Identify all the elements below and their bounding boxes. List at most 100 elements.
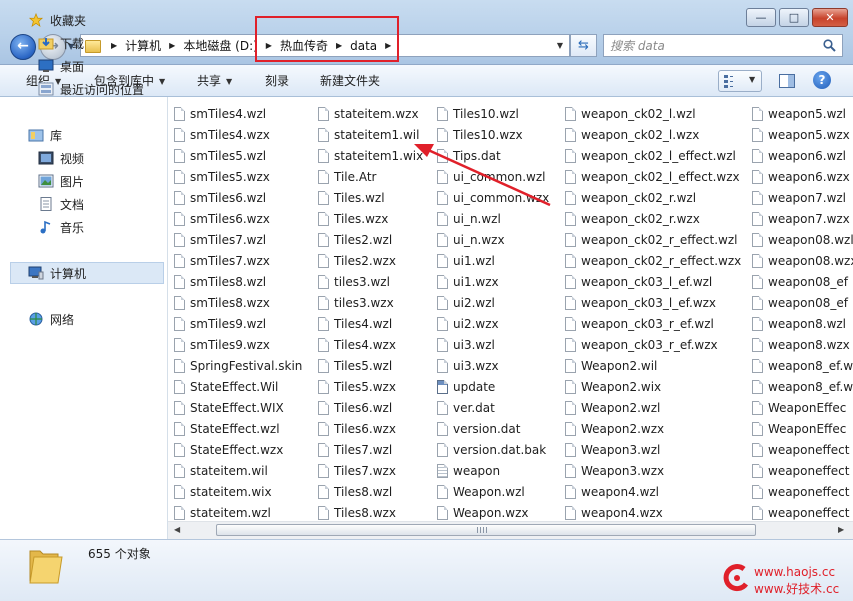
crumb-computer[interactable]: 计算机 xyxy=(125,37,161,54)
chevron-down-icon[interactable]: ▼ xyxy=(749,75,755,84)
file-item[interactable]: weapon8.wzl xyxy=(752,313,853,334)
nav-pictures[interactable]: 图片 xyxy=(38,171,84,191)
nav-computer[interactable]: 计算机 xyxy=(28,263,86,283)
file-item[interactable]: Tiles8.wzx xyxy=(318,502,423,521)
file-item[interactable]: smTiles9.wzl xyxy=(174,313,302,334)
file-item[interactable]: ui2.wzx xyxy=(437,313,549,334)
file-item[interactable]: weapon8_ef.w xyxy=(752,355,853,376)
file-item[interactable]: ver.dat xyxy=(437,397,549,418)
file-item[interactable]: ui_n.wzx xyxy=(437,229,549,250)
nav-recent-places[interactable]: 最近访问的位置 xyxy=(38,79,144,99)
change-view-button[interactable]: ▼ xyxy=(718,70,762,92)
file-item[interactable]: SpringFestival.skin xyxy=(174,355,302,376)
maximize-button[interactable]: □ xyxy=(779,8,809,27)
file-item[interactable]: weapon_ck02_r_effect.wzl xyxy=(565,229,741,250)
scrollbar-thumb[interactable] xyxy=(216,524,756,536)
file-item[interactable]: ui2.wzl xyxy=(437,292,549,313)
file-item[interactable]: weapon_ck02_l_effect.wzl xyxy=(565,145,741,166)
file-item[interactable]: weapon7.wzl xyxy=(752,187,853,208)
file-item[interactable]: weaponeffect xyxy=(752,460,853,481)
file-item[interactable]: weapon_ck02_l.wzx xyxy=(565,124,741,145)
file-item[interactable]: weapon5.wzl xyxy=(752,103,853,124)
back-button[interactable]: ← xyxy=(10,34,36,60)
file-item[interactable]: update xyxy=(437,376,549,397)
file-item[interactable]: weapon_ck03_l_ef.wzl xyxy=(565,271,741,292)
file-item[interactable]: weapon_ck02_l_effect.wzx xyxy=(565,166,741,187)
file-item[interactable]: Weapon2.wzl xyxy=(565,397,741,418)
file-item[interactable]: weapon_ck03_r_ef.wzl xyxy=(565,313,741,334)
file-item[interactable]: ui1.wzx xyxy=(437,271,549,292)
file-item[interactable]: Weapon.wzl xyxy=(437,481,549,502)
address-history-dropdown[interactable]: ▼ xyxy=(557,41,563,50)
file-item[interactable]: weapon_ck02_l.wzl xyxy=(565,103,741,124)
file-item[interactable]: weapon5.wzx xyxy=(752,124,853,145)
file-item[interactable]: weaponeffect xyxy=(752,502,853,521)
nav-documents[interactable]: 文档 xyxy=(38,194,84,214)
file-item[interactable]: version.dat.bak xyxy=(437,439,549,460)
scroll-left-icon[interactable]: ◀ xyxy=(174,525,180,534)
file-item[interactable]: weapon_ck02_r.wzl xyxy=(565,187,741,208)
file-item[interactable]: weapon_ck02_r_effect.wzx xyxy=(565,250,741,271)
file-item[interactable]: weapon_ck03_l_ef.wzx xyxy=(565,292,741,313)
burn-button[interactable]: 刻录 xyxy=(265,72,289,89)
nav-downloads[interactable]: 下载 xyxy=(38,33,84,53)
search-input[interactable] xyxy=(610,37,810,54)
file-item[interactable]: ui3.wzx xyxy=(437,355,549,376)
help-button[interactable]: ? xyxy=(813,71,831,89)
file-item[interactable]: tiles3.wzl xyxy=(318,271,423,292)
file-item[interactable]: weapon08_ef xyxy=(752,271,853,292)
file-item[interactable]: stateitem.wzl xyxy=(174,502,302,521)
file-item[interactable]: Tiles8.wzl xyxy=(318,481,423,502)
file-item[interactable]: Tiles5.wzl xyxy=(318,355,423,376)
file-item[interactable]: weapon xyxy=(437,460,549,481)
file-item[interactable]: Weapon2.wzx xyxy=(565,418,741,439)
nav-music[interactable]: 音乐 xyxy=(38,217,84,237)
file-item[interactable]: StateEffect.Wil xyxy=(174,376,302,397)
file-item[interactable]: StateEffect.WIX xyxy=(174,397,302,418)
file-item[interactable]: weaponeffect xyxy=(752,481,853,502)
chevron-right-icon[interactable]: ▶ xyxy=(169,41,175,50)
file-item[interactable]: weapon6.wzl xyxy=(752,145,853,166)
file-item[interactable]: smTiles7.wzx xyxy=(174,250,302,271)
file-item[interactable]: Weapon2.wix xyxy=(565,376,741,397)
file-item[interactable]: weapon_ck03_r_ef.wzx xyxy=(565,334,741,355)
file-item[interactable]: stateitem.wzx xyxy=(318,103,423,124)
file-item[interactable]: weapon08_ef xyxy=(752,292,853,313)
file-item[interactable]: weapon6.wzx xyxy=(752,166,853,187)
close-button[interactable]: ✕ xyxy=(812,8,848,27)
new-folder-button[interactable]: 新建文件夹 xyxy=(320,72,380,89)
file-item[interactable]: ui3.wzl xyxy=(437,334,549,355)
nav-desktop[interactable]: 桌面 xyxy=(38,56,84,76)
file-item[interactable]: smTiles4.wzx xyxy=(174,124,302,145)
file-item[interactable]: Tiles10.wzl xyxy=(437,103,549,124)
share-button[interactable]: 共享 ▼ xyxy=(197,72,232,89)
file-item[interactable]: weapon4.wzx xyxy=(565,502,741,521)
file-item[interactable]: weapon8_ef.w xyxy=(752,376,853,397)
file-item[interactable]: Tiles2.wzl xyxy=(318,229,423,250)
nav-network[interactable]: 网络 xyxy=(28,309,74,329)
file-item[interactable]: Weapon.wzx xyxy=(437,502,549,521)
file-item[interactable]: stateitem.wil xyxy=(174,460,302,481)
file-item[interactable]: smTiles6.wzl xyxy=(174,187,302,208)
file-item[interactable]: Tiles4.wzl xyxy=(318,313,423,334)
file-item[interactable]: smTiles6.wzx xyxy=(174,208,302,229)
file-item[interactable]: stateitem.wix xyxy=(174,481,302,502)
file-item[interactable]: Tiles6.wzl xyxy=(318,397,423,418)
file-item[interactable]: smTiles9.wzx xyxy=(174,334,302,355)
file-item[interactable]: weapon08.wzx xyxy=(752,250,853,271)
file-item[interactable]: Tiles2.wzx xyxy=(318,250,423,271)
file-item[interactable]: Tiles6.wzx xyxy=(318,418,423,439)
scroll-right-icon[interactable]: ▶ xyxy=(838,525,844,534)
file-item[interactable]: weaponeffect xyxy=(752,439,853,460)
file-item[interactable]: tiles3.wzx xyxy=(318,292,423,313)
nav-libraries[interactable]: 库 xyxy=(28,125,62,145)
file-item[interactable]: Weapon3.wzl xyxy=(565,439,741,460)
file-item[interactable]: Weapon3.wzx xyxy=(565,460,741,481)
file-item[interactable]: StateEffect.wzx xyxy=(174,439,302,460)
file-item[interactable]: Weapon2.wil xyxy=(565,355,741,376)
nav-videos[interactable]: 视频 xyxy=(38,148,84,168)
file-item[interactable]: smTiles5.wzl xyxy=(174,145,302,166)
file-item[interactable]: ui1.wzl xyxy=(437,250,549,271)
search-icon[interactable] xyxy=(823,39,836,52)
file-item[interactable]: Tiles.wzx xyxy=(318,208,423,229)
